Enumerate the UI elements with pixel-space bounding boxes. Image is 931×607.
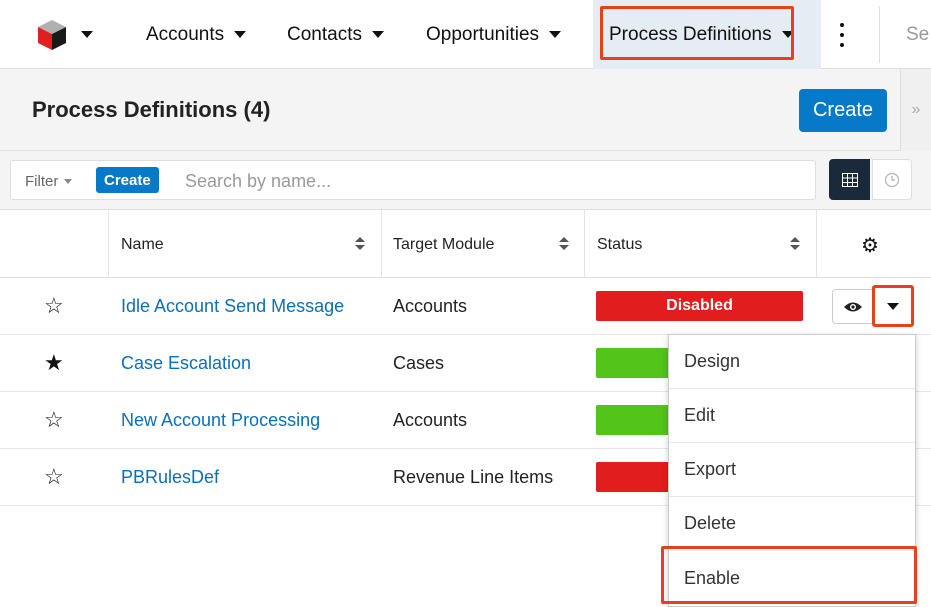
page-title: Process Definitions (4) xyxy=(32,97,271,122)
status-badge: Disabled xyxy=(596,291,803,321)
list-view-button[interactable] xyxy=(829,159,870,200)
filter-create-button[interactable]: Create xyxy=(96,167,159,193)
row-actions-dropdown-button[interactable] xyxy=(872,285,914,327)
nav-contacts[interactable]: Contacts xyxy=(287,0,384,69)
nav-accounts-label: Accounts xyxy=(146,23,225,45)
chevron-down-icon[interactable] xyxy=(371,31,384,38)
eye-icon xyxy=(844,302,862,311)
chevron-down-icon xyxy=(64,179,73,184)
column-divider xyxy=(584,210,585,278)
target-module-cell: Revenue Line Items xyxy=(393,467,554,487)
logo-chevron-down-icon[interactable] xyxy=(81,31,93,38)
favorite-star-icon[interactable]: ☆ xyxy=(44,295,64,317)
column-header-name[interactable]: Name xyxy=(121,236,164,254)
highlight-process-definitions xyxy=(600,6,794,60)
sort-icon[interactable] xyxy=(790,237,800,251)
target-module-cell: Accounts xyxy=(393,296,468,316)
record-name-link[interactable]: PBRulesDef xyxy=(121,467,219,488)
preview-button[interactable] xyxy=(832,289,874,324)
filter-bar: Filter Create xyxy=(0,151,931,210)
sort-icon[interactable] xyxy=(355,237,365,251)
target-module-cell: Accounts xyxy=(393,410,468,430)
nav-contacts-label: Contacts xyxy=(287,23,362,45)
clock-icon xyxy=(884,172,900,187)
chevron-down-icon[interactable] xyxy=(234,31,247,38)
column-divider xyxy=(108,210,109,278)
gear-icon[interactable]: ⚙ xyxy=(861,233,879,258)
column-divider xyxy=(816,210,817,278)
nav-divider xyxy=(879,6,880,63)
menu-item-export[interactable]: Export xyxy=(669,443,915,497)
filter-label: Filter xyxy=(25,173,59,190)
table-row: ☆ Idle Account Send Message Accounts Dis… xyxy=(0,278,931,335)
column-header-status[interactable]: Status xyxy=(597,236,642,254)
chevron-down-icon[interactable] xyxy=(549,31,562,38)
more-menu-icon[interactable] xyxy=(831,22,853,48)
search-input[interactable] xyxy=(183,165,787,197)
favorite-star-icon[interactable]: ☆ xyxy=(44,466,64,488)
highlight-enable xyxy=(661,546,917,604)
record-name-link[interactable]: Idle Account Send Message xyxy=(121,296,344,317)
filter-dropdown[interactable]: Filter xyxy=(25,173,73,190)
target-module-cell: Cases xyxy=(393,353,445,373)
nav-accounts[interactable]: Accounts xyxy=(146,0,247,69)
menu-item-delete[interactable]: Delete xyxy=(669,497,915,551)
create-button[interactable]: Create xyxy=(799,89,887,132)
nav-opportunities-label: Opportunities xyxy=(426,23,540,45)
record-name-link[interactable]: New Account Processing xyxy=(121,410,320,431)
activity-stream-button[interactable] xyxy=(872,159,912,200)
menu-item-edit[interactable]: Edit xyxy=(669,389,915,443)
column-header-target-module[interactable]: Target Module xyxy=(393,236,494,254)
global-search-input[interactable]: Se xyxy=(906,0,929,69)
record-name-link[interactable]: Case Escalation xyxy=(121,353,251,374)
double-chevron-right-icon: » xyxy=(911,101,921,118)
menu-item-design[interactable]: Design xyxy=(669,335,915,389)
sidebar-toggle[interactable]: » xyxy=(900,69,931,151)
nav-opportunities[interactable]: Opportunities xyxy=(426,0,562,69)
column-divider xyxy=(381,210,382,278)
filter-container: Filter Create xyxy=(10,160,816,200)
sort-icon[interactable] xyxy=(559,237,569,251)
favorite-star-icon[interactable]: ☆ xyxy=(44,409,64,431)
list-header: Process Definitions (4) Create xyxy=(0,69,900,151)
table-grid-icon xyxy=(841,172,858,187)
chevron-down-icon xyxy=(887,302,899,310)
favorite-star-icon[interactable]: ★ xyxy=(44,352,64,374)
sugar-cube-logo-icon[interactable] xyxy=(36,18,68,52)
